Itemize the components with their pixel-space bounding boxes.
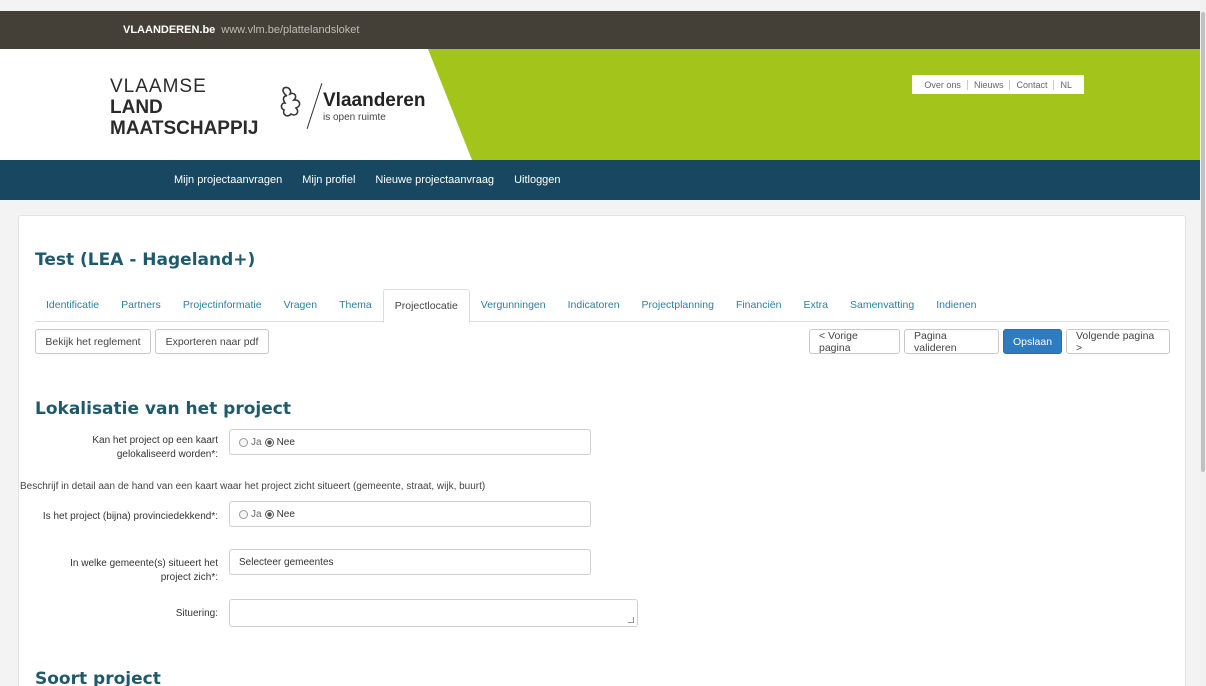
validate-page-button[interactable]: Pagina valideren [904,329,999,354]
gemeente-label: In welke gemeente(s) situeert het projec… [70,558,218,583]
provincie-nee-radio[interactable] [264,509,274,519]
situering-label: Situering: [175,608,218,619]
tab-bar: Identificatie Partners Projectinformatie… [35,289,1169,323]
vlaanderen-logo-title: Vlaanderen [323,89,426,111]
vlaanderen-logo[interactable]: Vlaanderen is open ruimte [278,82,425,130]
kaart-nee-radio[interactable] [264,437,274,447]
kaart-ja-label[interactable]: Ja [251,437,262,448]
kaart-ja-radio[interactable] [239,437,248,447]
provincie-radio-group: Ja Nee [229,501,591,527]
save-button[interactable]: Opslaan [1003,329,1062,354]
flemish-lion-icon [278,84,310,128]
main-nav: Mijn projectaanvragen Mijn profiel Nieuw… [0,160,1200,200]
kaart-nee-label[interactable]: Nee [277,437,295,448]
site-header: VLAAMSE LAND MAATSCHAPPIJ Vlaanderen is … [0,49,1200,160]
vlm-logo-line3: MAATSCHAPPIJ [110,118,259,139]
kaart-radio-group: Ja Nee [229,429,591,455]
nav-uitloggen[interactable]: Uitloggen [514,174,560,186]
tab-samenvatting[interactable]: Samenvatting [839,289,925,322]
utility-link-contact[interactable]: Contact [1010,79,1055,90]
provincie-label: Is het project (bijna) provinciedekkend*… [42,511,218,522]
site-url: www.vlm.be/plattelandsloket [221,24,360,36]
vlm-logo-line2: LAND [110,97,163,118]
tab-thema[interactable]: Thema [328,289,383,322]
utility-nav: Over ons Nieuws Contact NL [912,75,1084,94]
tab-indicatoren[interactable]: Indicatoren [557,289,631,322]
next-page-button[interactable]: Volgende pagina > [1066,329,1170,354]
tab-vergunningen[interactable]: Vergunningen [470,289,557,322]
nav-mijn-profiel[interactable]: Mijn profiel [302,174,355,186]
kaart-label: Kan het project op een kaart gelokalisee… [92,435,218,460]
top-bar: VLAANDEREN.be www.vlm.be/plattelandsloke… [0,11,1200,49]
vlm-logo[interactable]: VLAAMSE LAND MAATSCHAPPIJ [110,76,259,139]
tab-projectplanning[interactable]: Projectplanning [631,289,725,322]
resize-handle-icon[interactable] [628,617,634,623]
scrollbar-thumb[interactable] [1201,12,1205,472]
utility-link-nieuws[interactable]: Nieuws [968,79,1011,90]
gemeente-select-placeholder: Selecteer gemeentes [239,556,334,568]
tab-indienen[interactable]: Indienen [925,289,987,322]
page-scrollbar[interactable] [1200,0,1206,686]
tab-vragen[interactable]: Vragen [273,289,328,322]
provincie-nee-label[interactable]: Nee [277,509,295,520]
nav-mijn-projectaanvragen[interactable]: Mijn projectaanvragen [174,174,282,186]
section-title-lokalisatie: Lokalisatie van het project [35,399,291,419]
help-text: Beschrijf in detail aan de hand van een … [20,481,486,492]
page-title: Test (LEA - Hageland+) [35,250,256,270]
tab-partners[interactable]: Partners [110,289,172,322]
provincie-ja-radio[interactable] [239,509,248,519]
tab-projectlocatie[interactable]: Projectlocatie [382,289,470,323]
gemeente-select[interactable]: Selecteer gemeentes [229,549,591,575]
export-pdf-button[interactable]: Exporteren naar pdf [155,329,269,354]
utility-link-over-ons[interactable]: Over ons [918,79,968,90]
vlaanderen-be-link[interactable]: VLAANDEREN.be [123,24,215,36]
previous-page-button[interactable]: < Vorige pagina [809,329,900,354]
vlm-logo-line1: VLAAMSE [110,76,207,97]
tab-extra[interactable]: Extra [792,289,839,322]
tab-financien[interactable]: Financiën [725,289,793,322]
tab-identificatie[interactable]: Identificatie [35,289,110,322]
provincie-ja-label[interactable]: Ja [251,509,262,520]
language-switch[interactable]: NL [1054,80,1078,90]
tab-projectinformatie[interactable]: Projectinformatie [172,289,273,322]
section-title-soort-project: Soort project [35,669,161,686]
vlaanderen-logo-tagline: is open ruimte [323,111,386,123]
nav-nieuwe-projectaanvraag[interactable]: Nieuwe projectaanvraag [375,174,494,186]
view-reglement-button[interactable]: Bekijk het reglement [35,329,151,354]
situering-textarea[interactable] [229,599,638,627]
